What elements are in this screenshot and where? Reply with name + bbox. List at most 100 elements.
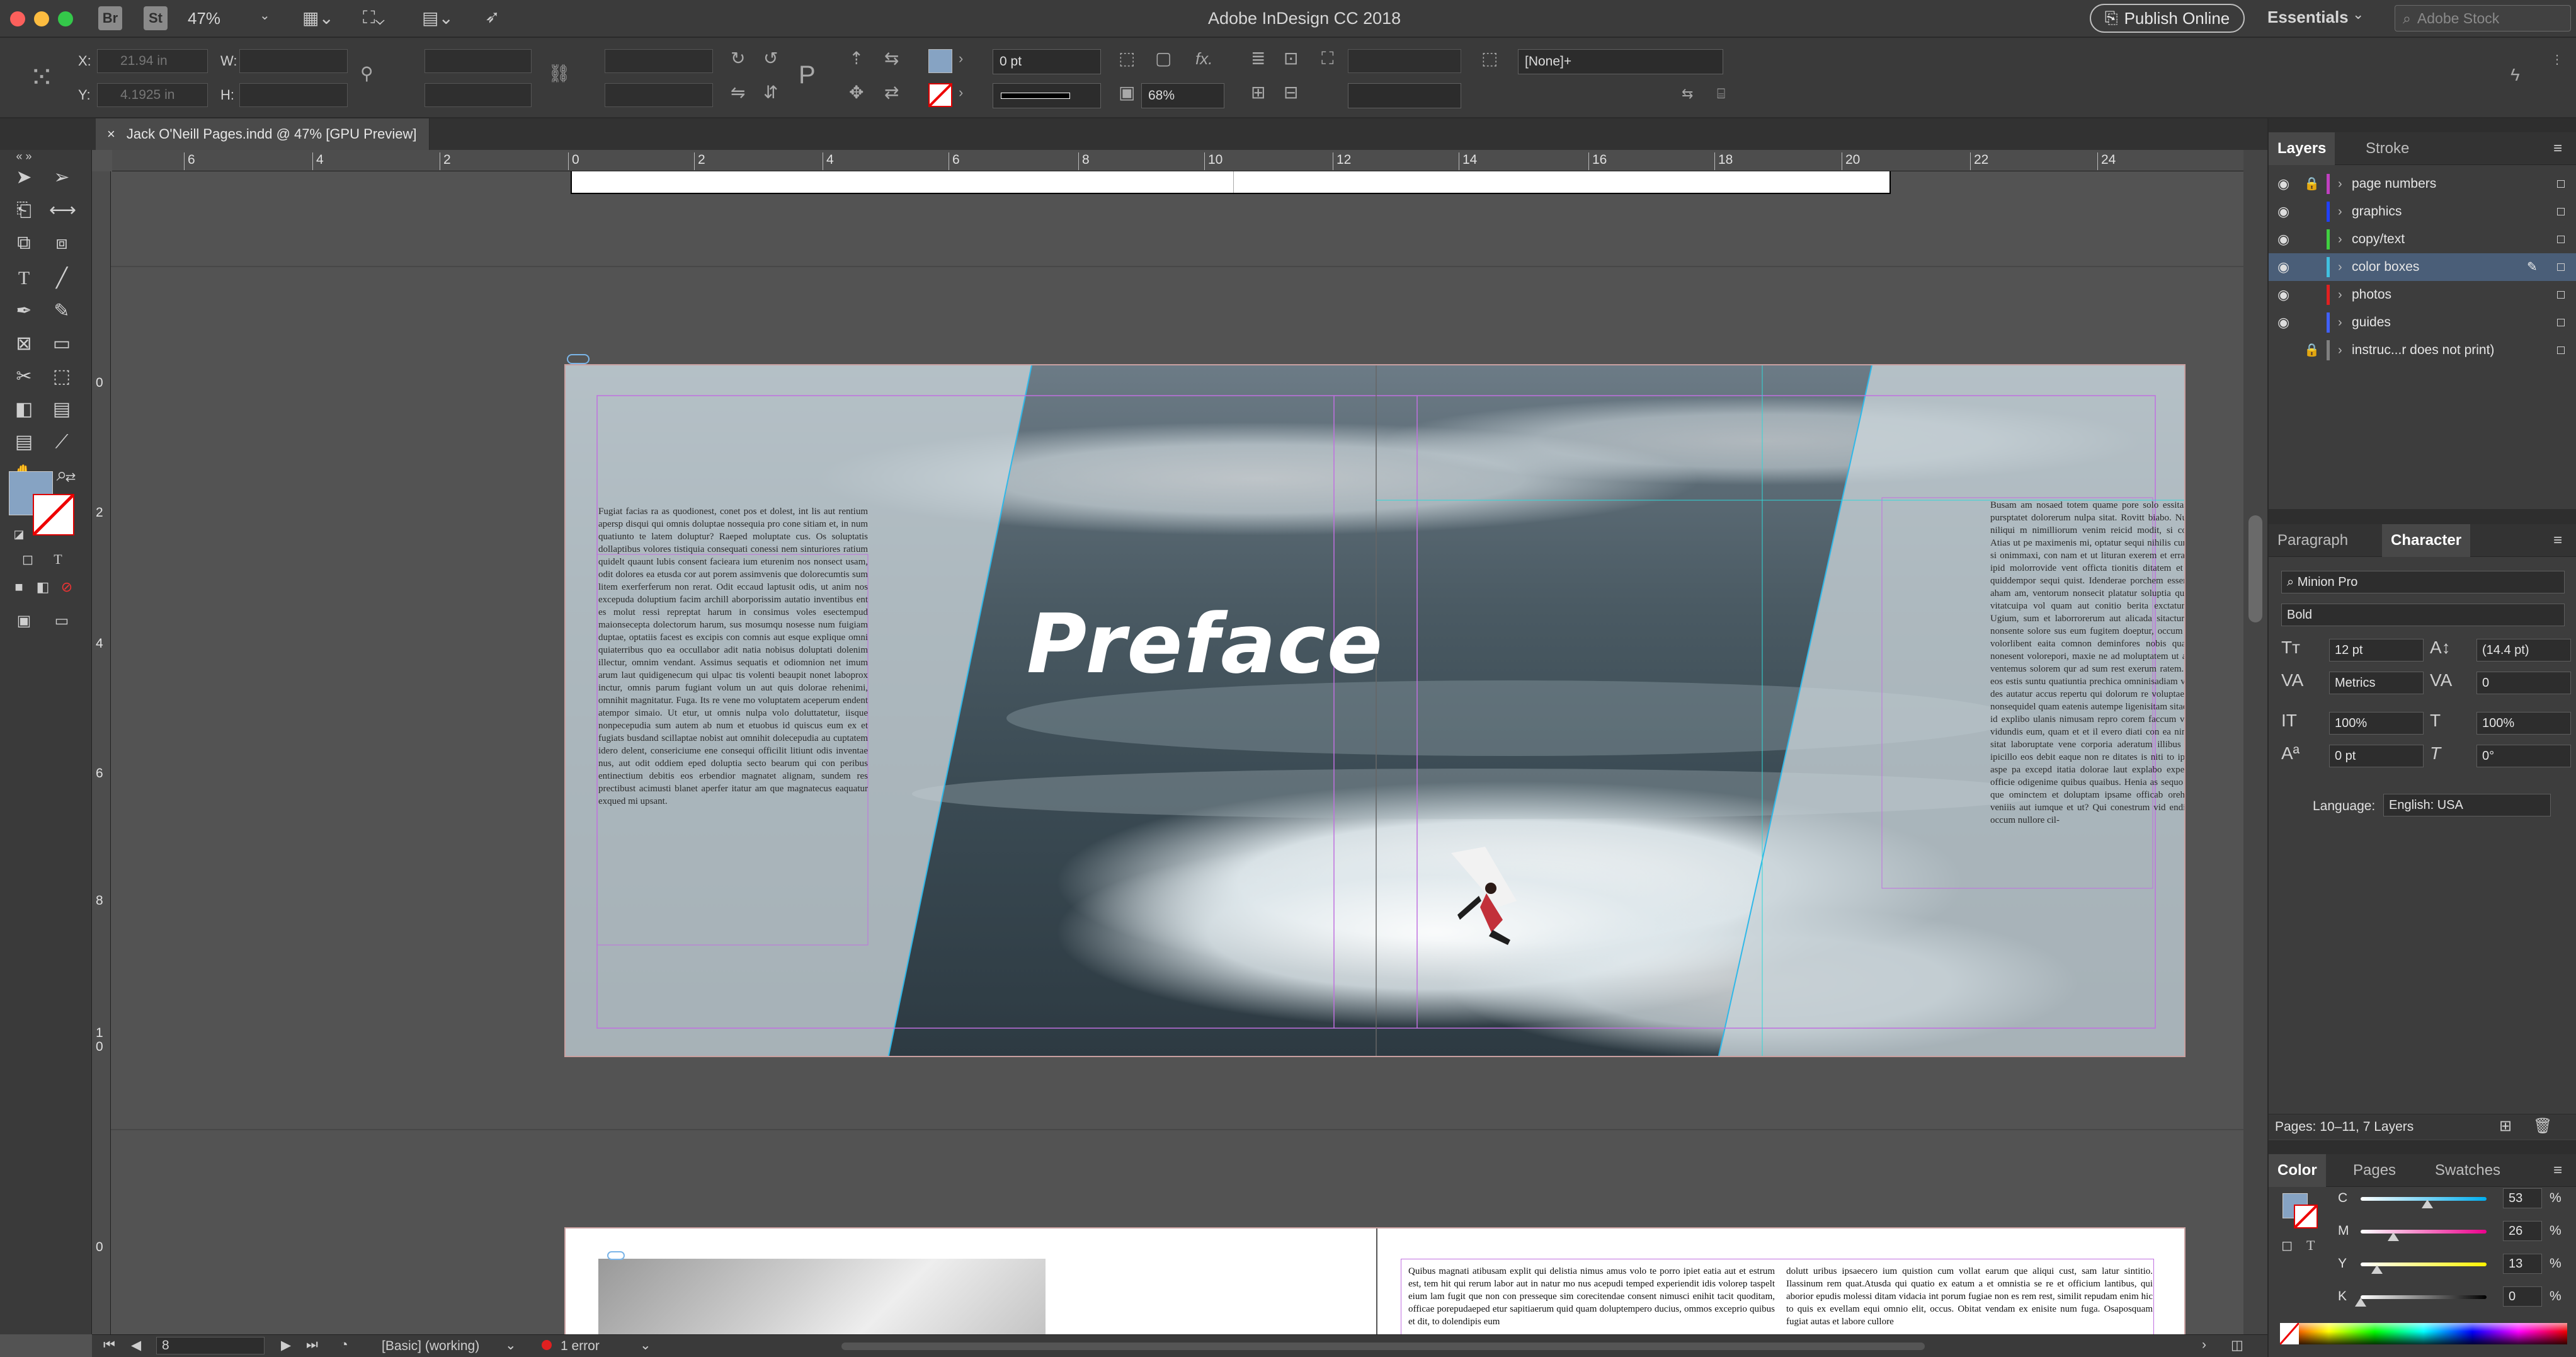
- workspace-switcher[interactable]: Essentials: [2267, 8, 2349, 27]
- apply-gradient-icon[interactable]: ◧: [30, 575, 55, 600]
- shear-angle-field[interactable]: [605, 83, 713, 107]
- font-family-dropdown[interactable]: ⌕ Minion Pro: [2281, 571, 2565, 593]
- gradient-swatch-tool-icon[interactable]: ◧: [11, 397, 37, 422]
- text-wrap-icon[interactable]: ⬚: [1119, 49, 1135, 68]
- layer-select-square[interactable]: [2557, 319, 2565, 326]
- close-tab-icon[interactable]: ×: [107, 126, 115, 142]
- opacity-field[interactable]: 68%: [1141, 83, 1224, 108]
- pasteboard[interactable]: Preface Fugiat facias ra as quodionest, …: [111, 171, 2243, 1337]
- content-placer-icon[interactable]: ⧈: [49, 231, 74, 256]
- panel-menu-icon[interactable]: ≡: [2553, 532, 2562, 549]
- zoom-level[interactable]: 47%: [188, 9, 220, 28]
- chevron-right-icon[interactable]: ›: [2338, 198, 2342, 226]
- type-tool-icon[interactable]: T: [11, 266, 37, 291]
- channel-value-field[interactable]: 26: [2503, 1221, 2542, 1241]
- delete-layer-icon[interactable]: 🗑: [2533, 1117, 2552, 1135]
- page-tool-icon[interactable]: ⎗: [11, 198, 37, 223]
- line-tool-icon[interactable]: ╱: [49, 266, 74, 291]
- rotate-cw-icon[interactable]: ↻: [731, 49, 745, 68]
- layer-row[interactable]: ◉ › color boxes ✎: [2269, 253, 2576, 281]
- language-dropdown[interactable]: English: USA: [2383, 794, 2551, 816]
- layer-row[interactable]: ◉ › graphics: [2269, 198, 2576, 226]
- link-frame-icon[interactable]: [607, 1251, 625, 1260]
- chevron-down-icon[interactable]: ⌄: [259, 8, 270, 23]
- view-options-icon[interactable]: ▦⌄: [302, 8, 334, 28]
- corner-options-icon[interactable]: ▢: [1155, 49, 1171, 68]
- new-layer-icon[interactable]: ⊞: [2499, 1117, 2512, 1135]
- visibility-eye-icon[interactable]: ◉: [2277, 281, 2289, 309]
- fill-swatch[interactable]: [928, 49, 952, 73]
- close-window-button[interactable]: [10, 11, 25, 26]
- flip-horizontal-icon[interactable]: ⇋: [731, 83, 745, 102]
- flip-vertical-icon[interactable]: ⇵: [763, 83, 778, 102]
- layer-row[interactable]: ◉ › guides: [2269, 309, 2576, 336]
- free-transform-tool-icon[interactable]: ⬚: [49, 364, 74, 389]
- document-tab[interactable]: × Jack O'Neill Pages.indd @ 47% [GPU Prev…: [96, 118, 430, 150]
- stroke-swatch[interactable]: [928, 83, 952, 107]
- minimize-window-button[interactable]: [34, 11, 49, 26]
- stock-icon[interactable]: St: [144, 6, 168, 30]
- layer-row[interactable]: ◉ › copy/text: [2269, 226, 2576, 253]
- next-spread[interactable]: Quibus magnati atibusam explit qui delis…: [564, 1227, 2186, 1337]
- slider-knob[interactable]: [2371, 1265, 2383, 1274]
- chevron-right-icon[interactable]: ›: [2338, 336, 2342, 364]
- next-page-icon[interactable]: ▶: [281, 1337, 291, 1353]
- rotate-ccw-icon[interactable]: ↺: [763, 49, 778, 68]
- effects-button[interactable]: fx.: [1195, 49, 1212, 68]
- split-view-icon[interactable]: ◫: [2231, 1337, 2243, 1353]
- layer-row[interactable]: 🔒 › instruc...r does not print): [2269, 336, 2576, 364]
- slider-knob[interactable]: [2355, 1298, 2366, 1307]
- bridge-icon[interactable]: Br: [98, 6, 122, 30]
- left-body-text-frame[interactable]: Fugiat facias ra as quodionest, conet po…: [598, 505, 868, 896]
- select-next-icon[interactable]: ⇄: [884, 83, 899, 102]
- layer-select-square[interactable]: [2557, 263, 2565, 271]
- tab-layers[interactable]: Layers: [2269, 132, 2335, 165]
- arrange-documents-icon[interactable]: ▤⌄: [422, 8, 453, 28]
- apply-none-icon[interactable]: ⊘: [54, 575, 79, 600]
- chevron-right-icon[interactable]: ›: [2338, 253, 2342, 281]
- center-content-icon[interactable]: ⊟: [1284, 83, 1298, 102]
- rotation-angle-field[interactable]: [605, 49, 713, 73]
- layer-select-square[interactable]: [2557, 236, 2565, 243]
- object-style-dropdown[interactable]: [None]+: [1518, 49, 1723, 74]
- frame-fit-field[interactable]: [1348, 49, 1461, 73]
- clear-overrides-icon[interactable]: ⇆: [1682, 84, 1693, 103]
- horizontal-scrollbar[interactable]: [841, 1343, 1925, 1350]
- gap-tool-icon[interactable]: ⟷: [49, 198, 76, 223]
- fit-content-icon[interactable]: ⛶: [1321, 49, 1334, 68]
- select-previous-icon[interactable]: ⇆: [884, 49, 899, 68]
- chevron-down-icon[interactable]: ⌄: [2352, 6, 2364, 23]
- tools-collapse-icon[interactable]: « »: [11, 150, 37, 163]
- main-spread[interactable]: Preface Fugiat facias ra as quodionest, …: [564, 364, 2186, 1057]
- rectangle-frame-tool-icon[interactable]: ⊠: [11, 331, 37, 357]
- tracking-field[interactable]: 0: [2476, 672, 2571, 694]
- tab-stroke[interactable]: Stroke: [2357, 132, 2418, 165]
- bottom-text-column-2[interactable]: dolutt uribus ipsaecero ium quistion cum…: [1786, 1265, 2153, 1337]
- height-field[interactable]: [239, 83, 348, 107]
- publish-feather-icon[interactable]: ➶: [485, 6, 499, 27]
- chevron-right-icon[interactable]: ›: [959, 49, 963, 68]
- path-direction-icon[interactable]: P: [799, 62, 816, 88]
- x-position-field[interactable]: 21.94 in: [97, 49, 208, 73]
- channel-value-field[interactable]: 13: [2503, 1254, 2542, 1274]
- lock-icon[interactable]: 🔒: [2304, 336, 2320, 364]
- tab-pages[interactable]: Pages: [2344, 1154, 2405, 1187]
- skew-field[interactable]: 0°: [2476, 745, 2571, 767]
- pencil-tool-icon[interactable]: ✎: [49, 299, 74, 324]
- stroke-color-box[interactable]: [33, 494, 74, 535]
- vertical-scale-field[interactable]: 100%: [2329, 712, 2424, 735]
- bw-photo-frame[interactable]: [598, 1259, 1046, 1337]
- visibility-eye-icon[interactable]: ◉: [2277, 309, 2289, 336]
- control-panel-menu-icon[interactable]: ⋮: [2551, 50, 2563, 69]
- right-body-text-frame[interactable]: Busam am nosaed totem quame pore solo es…: [1990, 499, 2184, 890]
- slider-knob[interactable]: [2422, 1200, 2433, 1208]
- selection-tool-icon[interactable]: ➤: [11, 165, 37, 190]
- visibility-eye-icon[interactable]: ◉: [2277, 226, 2289, 253]
- stock-search-input[interactable]: ⌕ Adobe Stock: [2395, 5, 2571, 31]
- apply-color-icon[interactable]: ■: [6, 575, 31, 600]
- fill-frame-icon[interactable]: ⊞: [1251, 83, 1265, 102]
- layer-row[interactable]: ◉ 🔒 › page numbers: [2269, 170, 2576, 198]
- preface-heading[interactable]: Preface: [1027, 596, 1384, 692]
- horizontal-scale-field[interactable]: 100%: [2476, 712, 2571, 735]
- chevron-right-icon[interactable]: ›: [2338, 309, 2342, 336]
